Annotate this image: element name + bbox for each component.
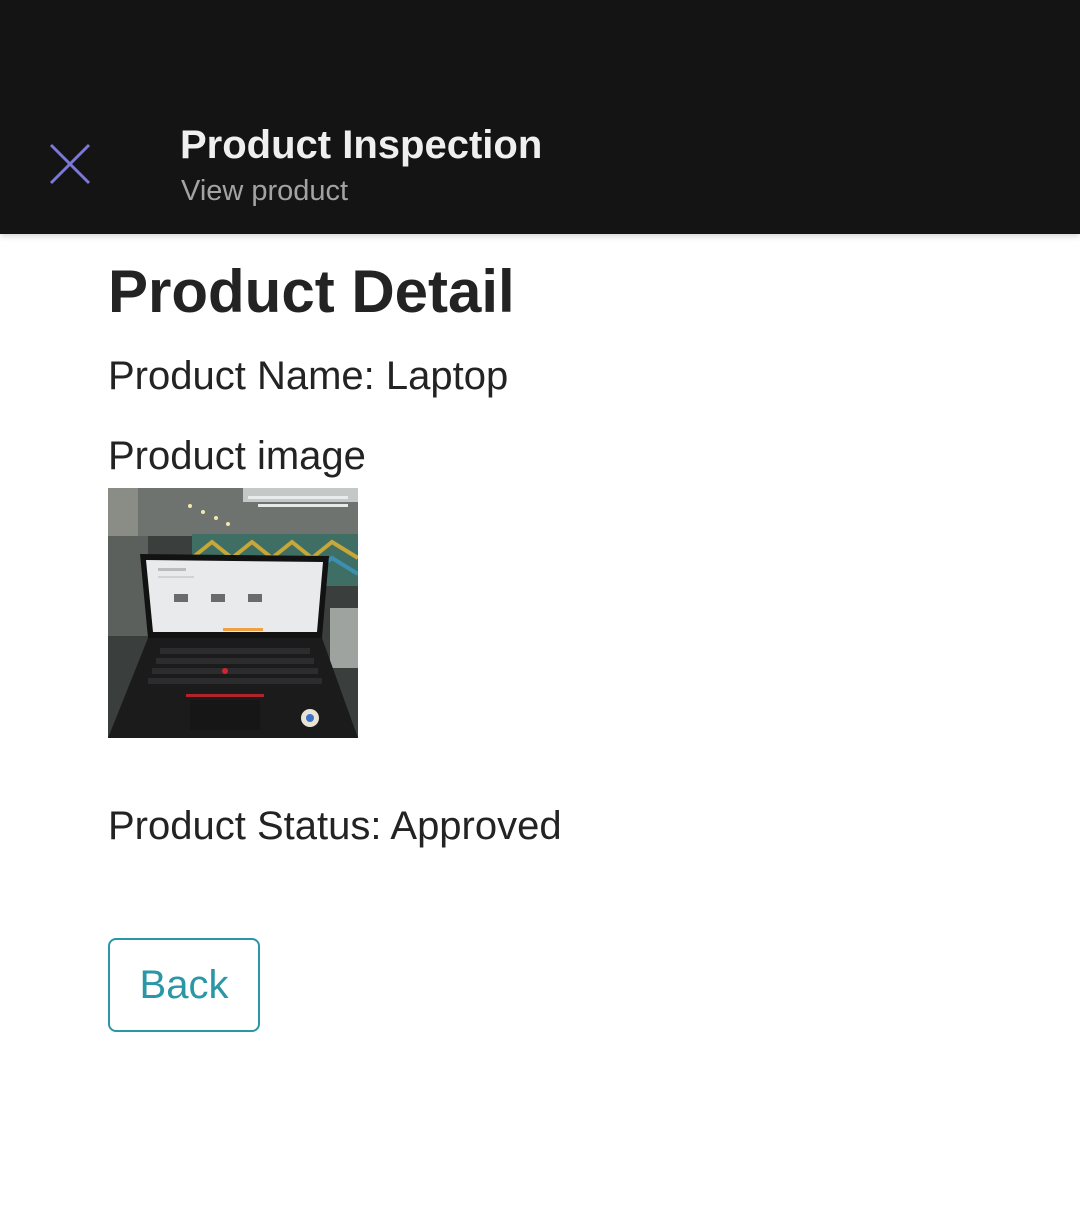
back-button[interactable]: Back bbox=[108, 938, 260, 1032]
product-name-text: Product Name: Laptop bbox=[108, 354, 509, 398]
header-title: Product Inspection bbox=[180, 123, 543, 167]
header-subtitle: View product bbox=[181, 175, 349, 207]
product-photo bbox=[108, 488, 358, 738]
close-button[interactable] bbox=[40, 134, 100, 194]
product-image-label: Product image bbox=[108, 434, 366, 478]
close-icon bbox=[49, 143, 91, 185]
product-status-text: Product Status: Approved bbox=[108, 804, 562, 848]
app-header: Product Inspection View product bbox=[0, 0, 1080, 234]
page-title: Product Detail bbox=[108, 258, 515, 325]
